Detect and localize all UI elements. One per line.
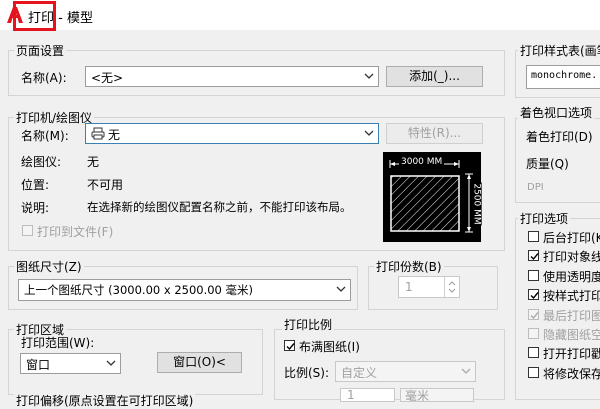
page-setup-title: 页面设置 (14, 42, 67, 59)
copies-spinner[interactable]: 1 (398, 276, 460, 298)
printer-name-label: 名称(M): (21, 129, 69, 143)
plot-option-label: 打印对象线 (543, 250, 600, 265)
paper-preview: 3000 MM 2500 MM (383, 152, 482, 242)
style-table-title: 打印样式表(画笔 (518, 42, 600, 59)
fit-to-paper-label: 布满图纸(I) (299, 340, 360, 354)
plotter-value: 无 (87, 155, 100, 169)
location-value: 不可用 (87, 178, 124, 192)
window-select-button[interactable]: 窗口(O)< (157, 352, 242, 373)
scale-select[interactable]: 自定义 (335, 361, 476, 382)
paper-height-label: 2500 MM (471, 182, 482, 226)
add-page-setup-button[interactable]: 添加(_)... (386, 66, 483, 87)
plot-option-checkbox[interactable] (528, 328, 539, 339)
plot-option-label: 使用透明度 (543, 269, 600, 284)
checkmark-icon (530, 311, 539, 319)
checkmark-icon (530, 253, 539, 261)
plot-option-checkbox[interactable] (528, 366, 539, 378)
page-setup-name-select[interactable]: <无> (85, 66, 379, 87)
copies-spin-buttons[interactable] (444, 277, 459, 297)
checkmark-icon (530, 292, 539, 300)
chevron-down-icon (364, 73, 374, 79)
shade-plot-label: 着色打印(D) (526, 130, 593, 144)
page-setup-name-value: <无> (91, 71, 124, 85)
paper-size-value: 上一个图纸尺寸 (3000.00 x 2500.00 毫米) (24, 283, 254, 297)
plot-option-label: 按样式打印 (543, 289, 600, 304)
checkmark-icon (286, 343, 295, 351)
plot-option-checkbox[interactable] (528, 289, 539, 301)
plot-option-label: 打开打印戳 (543, 347, 600, 362)
description-label: 说明: (21, 201, 50, 215)
printer-icon (91, 127, 105, 143)
plot-option-label: 将修改保存 (543, 366, 600, 381)
style-table-select[interactable]: monochrome. (526, 65, 600, 89)
chevron-down-icon (364, 130, 374, 136)
dpi-label: DPI (527, 182, 544, 193)
plot-option-label: 隐藏图纸空 (543, 328, 600, 342)
scale-unit-name: 毫米 (405, 389, 430, 403)
plot-option-checkbox[interactable] (528, 250, 539, 262)
location-label: 位置: (21, 178, 50, 192)
paper-width-label: 3000 MM (399, 157, 445, 167)
plot-option-checkbox[interactable] (528, 231, 539, 242)
page-setup-name-label: 名称(A): (21, 71, 67, 85)
print-offset-title: 打印偏移(原点设置在可打印区域) (14, 392, 196, 409)
paper-size-title: 图纸尺寸(Z) (14, 258, 84, 275)
print-range-label: 打印范围(W): (21, 336, 95, 350)
print-to-file-label: 打印到文件(F) (37, 225, 114, 239)
chevron-down-icon (461, 368, 471, 374)
print-to-file-checkbox[interactable] (22, 225, 33, 236)
description-value: 在选择新的绘图仪配置名称之前，不能打印该布局。 (87, 200, 352, 214)
print-range-select[interactable]: 窗口 (20, 353, 121, 374)
chevron-down-icon (336, 286, 346, 292)
plot-options-title: 打印选项 (518, 210, 571, 227)
print-scale-title: 打印比例 (282, 316, 335, 333)
copies-title: 打印份数(B) (374, 258, 444, 275)
copies-value: 1 (405, 280, 413, 294)
shaded-viewport-title: 着色视口选项 (518, 104, 595, 121)
title-highlight-box (13, 1, 56, 31)
scale-label: 比例(S): (284, 366, 330, 380)
plot-option-label: 后台打印(K (543, 231, 600, 245)
spin-arrows-icon (448, 281, 456, 293)
fit-to-paper-checkbox[interactable] (284, 340, 295, 351)
print-range-value: 窗口 (26, 358, 51, 372)
printer-title: 打印机/绘图仪 (14, 109, 95, 126)
plot-option-checkbox[interactable] (528, 269, 539, 281)
printer-name-select[interactable]: 无 (85, 123, 379, 144)
title-rest-text: - 模型 (54, 11, 93, 26)
plot-option-label: 最后打印图 (543, 308, 600, 323)
paper-size-select[interactable]: 上一个图纸尺寸 (3000.00 x 2500.00 毫米) (18, 279, 351, 301)
plot-option-checkbox[interactable] (528, 347, 539, 359)
printer-name-value: 无 (108, 128, 121, 142)
plotter-label: 绘图仪: (21, 155, 62, 169)
printer-properties-button[interactable]: 特性(R)... (386, 123, 483, 144)
quality-label: 质量(Q) (526, 157, 569, 171)
plot-option-checkbox[interactable] (528, 308, 539, 320)
style-table-value: monochrome. (531, 70, 598, 81)
chevron-down-icon (106, 360, 116, 366)
scale-value: 自定义 (341, 366, 378, 380)
